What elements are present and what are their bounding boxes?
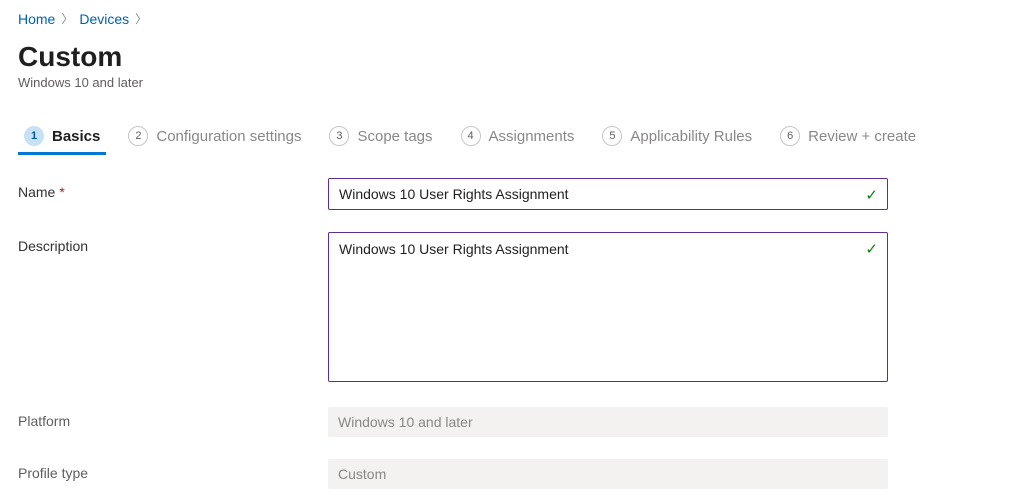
step-number: 4	[461, 126, 481, 146]
platform-label: Platform	[18, 407, 328, 429]
row-description: Description ✓	[18, 232, 1006, 385]
step-number: 3	[329, 126, 349, 146]
step-number: 5	[602, 126, 622, 146]
chevron-right-icon: 〉	[135, 10, 147, 27]
tab-configuration-settings[interactable]: 2 Configuration settings	[128, 126, 301, 154]
step-label: Review + create	[808, 128, 916, 145]
step-label: Scope tags	[357, 128, 432, 145]
step-label: Applicability Rules	[630, 128, 752, 145]
profile-type-value: Custom	[328, 459, 888, 489]
step-label: Assignments	[489, 128, 575, 145]
platform-value: Windows 10 and later	[328, 407, 888, 437]
row-profile-type: Profile type Custom	[18, 459, 1006, 489]
step-number: 1	[24, 126, 44, 146]
breadcrumb: Home 〉 Devices 〉	[18, 10, 1006, 27]
tab-applicability-rules[interactable]: 5 Applicability Rules	[602, 126, 752, 154]
row-platform: Platform Windows 10 and later	[18, 407, 1006, 437]
step-number: 2	[128, 126, 148, 146]
tab-basics[interactable]: 1 Basics	[24, 126, 100, 154]
step-number: 6	[780, 126, 800, 146]
row-name: Name* ✓	[18, 178, 1006, 210]
name-input[interactable]	[328, 178, 888, 210]
profile-type-label: Profile type	[18, 459, 328, 481]
form-basics: Name* ✓ Description ✓ Platform Windows 1…	[18, 178, 1006, 489]
name-label: Name*	[18, 178, 328, 200]
breadcrumb-home[interactable]: Home	[18, 11, 55, 27]
description-input[interactable]	[328, 232, 888, 382]
description-label: Description	[18, 232, 328, 254]
step-label: Configuration settings	[156, 128, 301, 145]
breadcrumb-devices[interactable]: Devices	[79, 11, 129, 27]
label-text: Name	[18, 184, 55, 200]
page-subtitle: Windows 10 and later	[18, 75, 1006, 90]
tab-scope-tags[interactable]: 3 Scope tags	[329, 126, 432, 154]
step-label: Basics	[52, 128, 100, 145]
tab-assignments[interactable]: 4 Assignments	[461, 126, 575, 154]
page-title: Custom	[18, 41, 1006, 73]
tab-review-create[interactable]: 6 Review + create	[780, 126, 916, 154]
chevron-right-icon: 〉	[61, 10, 73, 27]
required-star-icon: *	[59, 184, 64, 200]
wizard-steps: 1 Basics 2 Configuration settings 3 Scop…	[18, 126, 1006, 154]
